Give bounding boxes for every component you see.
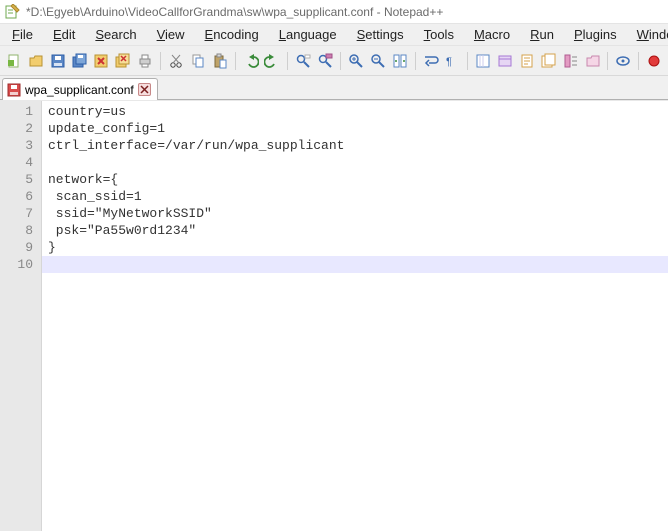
notepadpp-icon [4,4,20,20]
toolbar-separator [607,52,608,70]
record-macro-button[interactable] [644,51,664,71]
menu-file[interactable]: File [2,25,43,44]
undo-button[interactable] [241,51,261,71]
replace-button[interactable] [315,51,335,71]
code-line[interactable]: update_config=1 [48,120,662,137]
menu-encoding[interactable]: Encoding [195,25,269,44]
find-button[interactable] [293,51,313,71]
copy-button[interactable] [188,51,208,71]
code-line[interactable]: ssid="MyNetworkSSID" [48,205,662,222]
tab-label: wpa_supplicant.conf [25,83,134,97]
zoom-out-button[interactable] [368,51,388,71]
sync-v-scroll-button[interactable] [390,51,410,71]
monitoring-button[interactable] [613,51,633,71]
line-number: 9 [0,239,41,256]
zoom-in-button[interactable] [346,51,366,71]
unsaved-disk-icon [7,83,21,97]
code-line[interactable]: } [48,239,662,256]
word-wrap-button[interactable] [421,51,441,71]
code-line[interactable]: network={ [48,171,662,188]
menu-language[interactable]: Language [269,25,347,44]
toolbar-separator [287,52,288,70]
menu-run[interactable]: Run [520,25,564,44]
menu-plugins[interactable]: Plugins [564,25,627,44]
toolbar-separator [340,52,341,70]
line-number-gutter: 12345678910 [0,101,42,531]
new-file-button[interactable] [4,51,24,71]
code-line[interactable]: psk="Pa55w0rd1234" [48,222,662,239]
line-number: 6 [0,188,41,205]
doc-map-button[interactable] [517,51,537,71]
user-lang-button[interactable] [495,51,515,71]
svg-text:¶: ¶ [446,56,452,68]
close-button[interactable] [91,51,111,71]
menu-tools[interactable]: Tools [414,25,464,44]
code-line[interactable]: country=us [48,103,662,120]
toolbar-separator [467,52,468,70]
tab-strip: wpa_supplicant.conf [0,76,668,100]
line-number: 4 [0,154,41,171]
indent-guide-button[interactable] [473,51,493,71]
save-all-button[interactable] [70,51,90,71]
tab-close-button[interactable] [138,83,151,96]
menu-macro[interactable]: Macro [464,25,520,44]
window-title: *D:\Egyeb\Arduino\VideoCallforGrandma\sw… [26,5,443,19]
code-content[interactable]: country=usupdate_config=1ctrl_interface=… [42,101,668,531]
toolbar: ¶ [0,46,668,76]
code-line[interactable]: ctrl_interface=/var/run/wpa_supplicant [48,137,662,154]
line-number: 7 [0,205,41,222]
toolbar-separator [160,52,161,70]
menu-search[interactable]: Search [85,25,146,44]
folder-workspace-button[interactable] [583,51,603,71]
code-line[interactable]: scan_ssid=1 [48,188,662,205]
toolbar-separator [415,52,416,70]
line-number: 2 [0,120,41,137]
toolbar-separator [638,52,639,70]
redo-button[interactable] [262,51,282,71]
line-number: 3 [0,137,41,154]
print-button[interactable] [135,51,155,71]
line-number: 10 [0,256,41,273]
open-file-button[interactable] [26,51,46,71]
editor-area: 12345678910 country=usupdate_config=1ctr… [0,100,668,531]
doc-list-button[interactable] [539,51,559,71]
menu-edit[interactable]: Edit [43,25,85,44]
code-line[interactable] [42,256,668,273]
close-all-button[interactable] [113,51,133,71]
menu-view[interactable]: View [147,25,195,44]
function-list-button[interactable] [561,51,581,71]
paste-button[interactable] [210,51,230,71]
cut-button[interactable] [166,51,186,71]
tab-active[interactable]: wpa_supplicant.conf [2,78,158,100]
title-bar: *D:\Egyeb\Arduino\VideoCallforGrandma\sw… [0,0,668,24]
menu-bar: File Edit Search View Encoding Language … [0,24,668,46]
menu-settings[interactable]: Settings [347,25,414,44]
line-number: 1 [0,103,41,120]
line-number: 8 [0,222,41,239]
line-number: 5 [0,171,41,188]
menu-window[interactable]: Window [627,25,668,44]
save-button[interactable] [48,51,68,71]
toolbar-separator [235,52,236,70]
show-all-chars-button[interactable]: ¶ [442,51,462,71]
code-line[interactable] [48,154,662,171]
